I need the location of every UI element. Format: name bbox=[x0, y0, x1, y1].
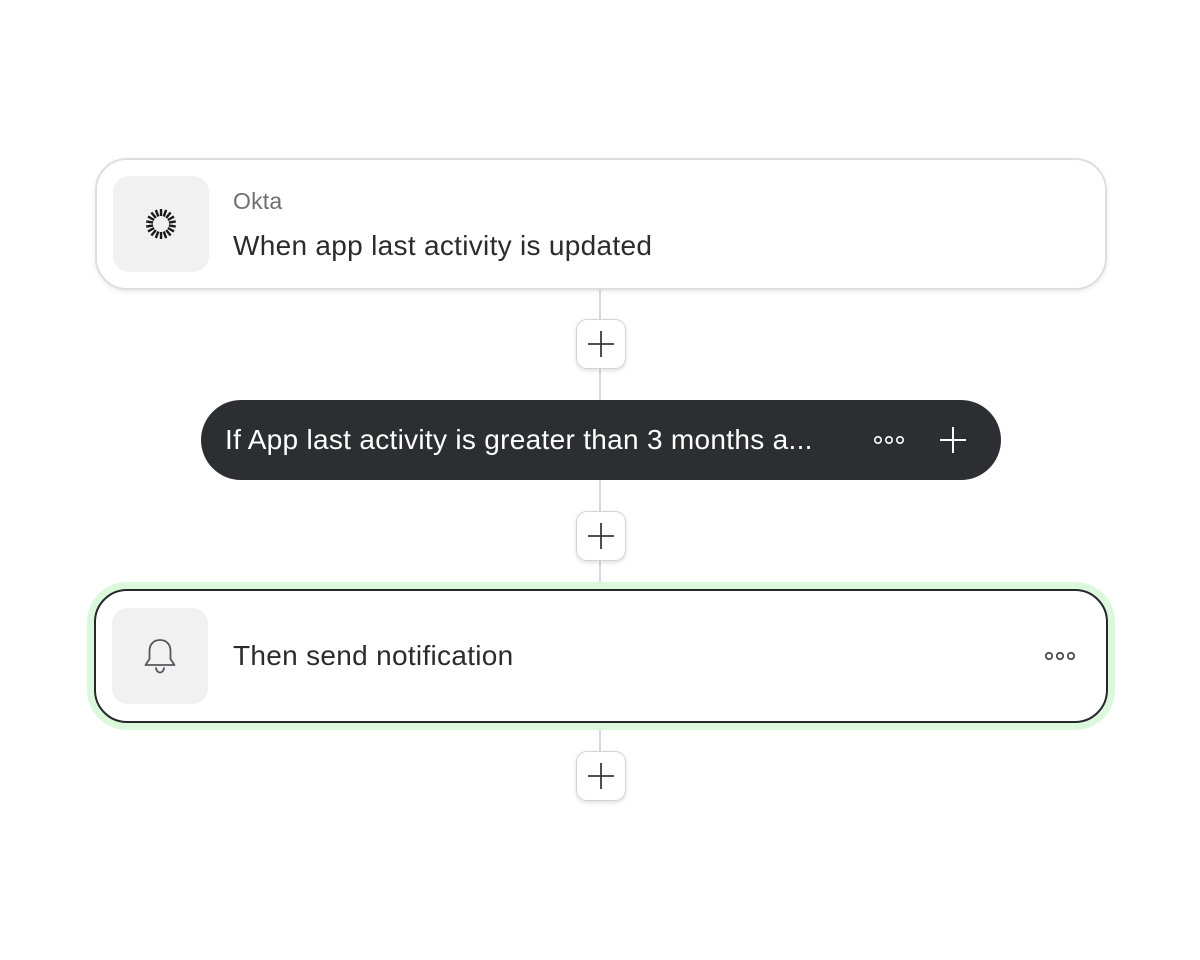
more-options-icon bbox=[873, 435, 904, 445]
action-step-card[interactable]: Then send notification bbox=[94, 589, 1108, 723]
add-step-button[interactable] bbox=[576, 319, 626, 369]
okta-logo-icon bbox=[146, 209, 176, 239]
plus-icon bbox=[588, 763, 614, 789]
action-more-button[interactable] bbox=[1036, 638, 1084, 674]
plus-icon bbox=[588, 523, 614, 549]
plus-icon bbox=[940, 427, 966, 453]
bell-icon bbox=[144, 639, 176, 674]
add-step-button[interactable] bbox=[576, 751, 626, 801]
trigger-title: When app last activity is updated bbox=[233, 230, 653, 261]
condition-step-pill[interactable]: If App last activity is greater than 3 m… bbox=[201, 400, 1001, 480]
condition-more-button[interactable] bbox=[865, 422, 913, 458]
trigger-icon-tile bbox=[113, 176, 209, 272]
workflow-canvas: Okta When app last activity is updated I… bbox=[0, 0, 1200, 960]
condition-add-button[interactable] bbox=[929, 418, 977, 462]
action-title: Then send notification bbox=[233, 640, 514, 671]
plus-icon bbox=[588, 331, 614, 357]
add-step-button[interactable] bbox=[576, 511, 626, 561]
more-options-icon bbox=[1044, 651, 1075, 661]
trigger-step-card[interactable]: Okta When app last activity is updated bbox=[95, 158, 1107, 290]
action-icon-tile bbox=[112, 608, 208, 704]
trigger-app-name: Okta bbox=[233, 188, 283, 214]
condition-text: If App last activity is greater than 3 m… bbox=[225, 424, 813, 455]
